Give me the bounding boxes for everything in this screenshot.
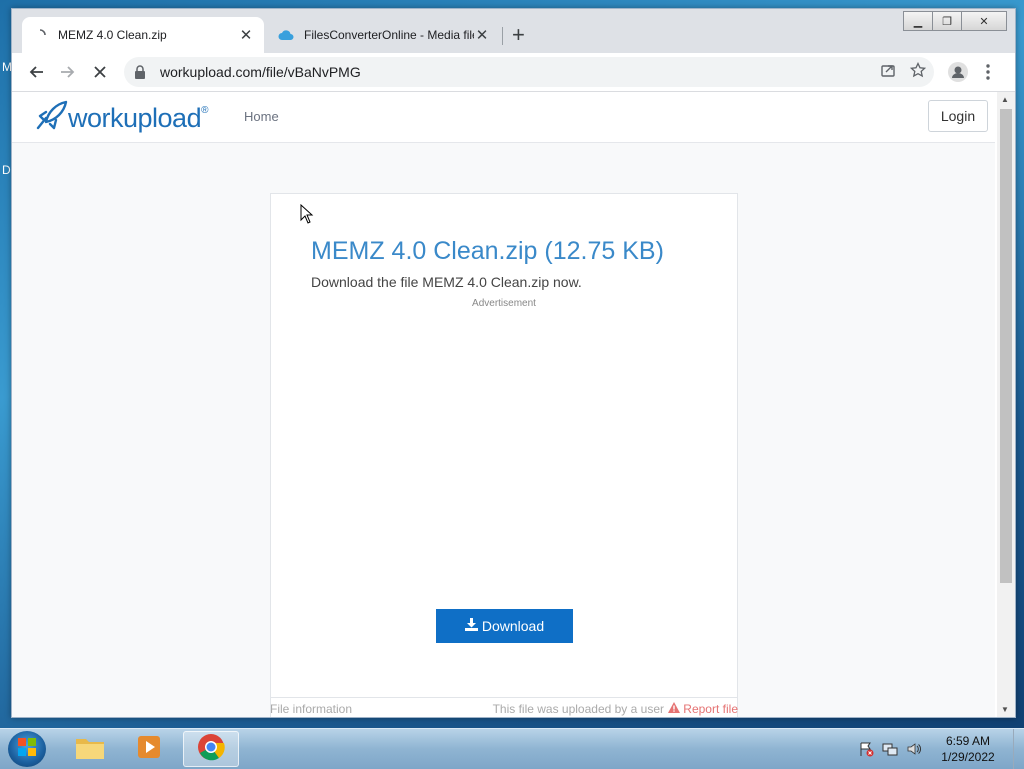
url-text: workupload.com/file/vBaNvPMG (160, 64, 361, 80)
site-header: workupload ® Home Login (12, 92, 995, 143)
tab-title: FilesConverterOnline - Media file (304, 28, 474, 42)
file-footer: File information This file was uploaded … (270, 697, 738, 717)
download-label: Download (481, 618, 545, 634)
download-button[interactable]: Download (436, 609, 573, 643)
volume-icon[interactable] (905, 740, 923, 758)
tab-memz[interactable]: MEMZ 4.0 Clean.zip ✕ (22, 17, 264, 53)
chrome-icon (197, 733, 225, 766)
file-subtitle: Download the file MEMZ 4.0 Clean.zip now… (311, 274, 582, 290)
file-information-tab[interactable]: File information (270, 702, 352, 716)
browser-window: MEMZ 4.0 Clean.zip ✕ FilesConverterOnlin… (11, 8, 1016, 718)
login-button[interactable]: Login (928, 100, 988, 132)
cloud-icon (278, 27, 294, 43)
restore-icon[interactable]: ❐ (932, 11, 962, 31)
window-controls: ▁ ❐ ✕ (903, 11, 1007, 31)
scrollbar-thumb[interactable] (1000, 109, 1012, 583)
page-viewport: workupload ® Home Login MEMZ 4.0 Clean.z… (12, 92, 995, 717)
share-icon[interactable] (880, 62, 896, 83)
start-button[interactable] (8, 731, 46, 767)
file-title: MEMZ 4.0 Clean.zip (12.75 KB) (311, 237, 664, 265)
registered-mark: ® (201, 105, 209, 116)
loading-icon (32, 27, 48, 43)
site-logo[interactable]: workupload ® (34, 100, 208, 137)
address-bar[interactable]: workupload.com/file/vBaNvPMG (124, 57, 934, 87)
rocket-icon (34, 100, 68, 137)
minimize-icon[interactable]: ▁ (903, 11, 933, 31)
advertisement-label: Advertisement (472, 298, 536, 309)
system-tray: 6:59 AM 1/29/2022 (857, 729, 1024, 769)
vertical-scrollbar[interactable]: ▲ ▼ (997, 92, 1015, 717)
media-player-icon (136, 734, 164, 765)
browser-toolbar: workupload.com/file/vBaNvPMG (12, 53, 1015, 92)
file-card: MEMZ 4.0 Clean.zip (12.75 KB) Download t… (270, 193, 738, 717)
report-file-label: Report file (683, 702, 738, 716)
new-tab-icon[interactable]: + (512, 24, 525, 46)
close-tab-icon[interactable]: ✕ (474, 26, 490, 44)
uploaded-by-text: This file was uploaded by a user (492, 702, 664, 716)
windows-logo-icon (17, 737, 37, 762)
clock-time: 6:59 AM (945, 734, 991, 748)
scroll-up-icon[interactable]: ▲ (1001, 95, 1009, 104)
profile-icon[interactable] (946, 60, 970, 84)
tab-separator (502, 27, 503, 45)
warning-icon (668, 702, 681, 716)
close-tab-icon[interactable]: ✕ (238, 26, 254, 44)
mouse-cursor-icon (300, 203, 314, 229)
back-icon[interactable] (24, 60, 48, 84)
download-icon (464, 618, 478, 634)
tab-filesconverter[interactable]: FilesConverterOnline - Media file ✕ (268, 17, 500, 53)
taskbar-chrome[interactable] (183, 731, 239, 767)
bookmark-star-icon[interactable] (909, 61, 927, 83)
report-file-link[interactable]: Report file (668, 702, 738, 716)
title-bar: MEMZ 4.0 Clean.zip ✕ FilesConverterOnlin… (12, 9, 1015, 53)
folder-icon (75, 734, 105, 765)
clock-date: 1/29/2022 (941, 750, 995, 764)
taskbar-media-player[interactable] (122, 731, 178, 767)
menu-dots-icon[interactable] (978, 60, 998, 84)
close-window-icon[interactable]: ✕ (961, 11, 1007, 31)
logo-text: workupload (68, 103, 202, 133)
system-clock[interactable]: 6:59 AM 1/29/2022 (929, 733, 1007, 765)
stop-icon[interactable] (88, 60, 112, 84)
taskbar-explorer[interactable] (62, 731, 118, 767)
network-icon[interactable] (881, 740, 899, 758)
scroll-down-icon[interactable]: ▼ (1001, 705, 1009, 714)
show-desktop-button[interactable] (1013, 729, 1024, 769)
nav-home-link[interactable]: Home (244, 109, 279, 124)
forward-icon[interactable] (56, 60, 80, 84)
taskbar: 6:59 AM 1/29/2022 (0, 728, 1024, 769)
action-center-flag-icon[interactable] (857, 740, 875, 758)
desktop-icon-label: D (2, 163, 11, 177)
lock-icon (134, 65, 150, 79)
tab-title: MEMZ 4.0 Clean.zip (58, 28, 167, 42)
